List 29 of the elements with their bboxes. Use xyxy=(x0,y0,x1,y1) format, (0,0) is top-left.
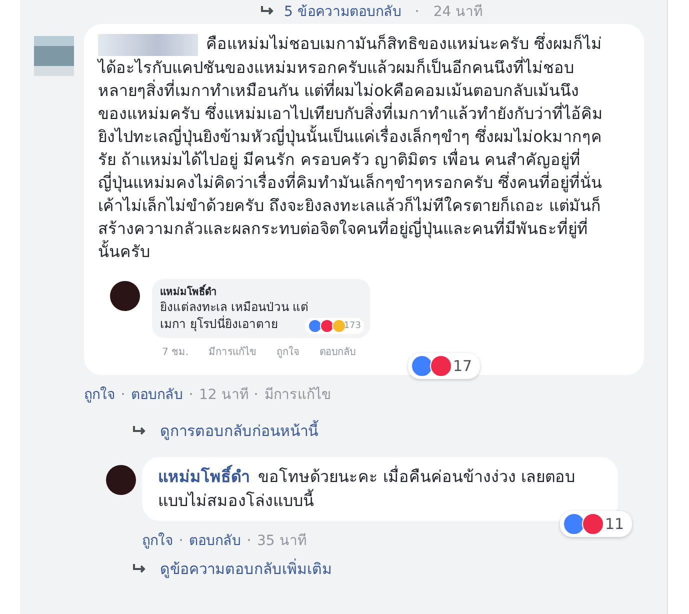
action-link[interactable]: ตอบกลับ xyxy=(189,528,241,551)
avatar xyxy=(106,464,136,495)
reply-arrow-icon xyxy=(260,5,276,17)
comment-text: ยิงแต่ลงทะเล เหมือนป่วน แต่เมกา ยุโรปนี่ยิงเอาตาย xyxy=(160,298,310,333)
avatar xyxy=(110,280,140,311)
timestamp-text: 35 นาที xyxy=(257,532,306,551)
timestamp-text: 12 นาที xyxy=(199,386,248,405)
timestamp-text: มีการแก้ไข xyxy=(264,386,332,405)
reply-text: แหม่มโพธิ์ดำ ขอโทษด้วยนะคะ เมื่อคืนค่อนข้างง่วง เลยตอบแบบไม่สมองโล่งแบบนี้ xyxy=(158,464,576,512)
comment-text: คือแหม่มไม่ชอบเมกามันก็สิทธิของแหม่นะครับ ซึ่งผมก็ไม่ได้อะไรกับแคปชันของแหม่มหรอกครับแล้วผมก็เป็นอีกคนนึงที่ไม่ชอบหลายๆสิ่งที่เมกาทำเหมือนกัน แต่ที่ผมไม่okคือคอมเม้นตอบกลับเม้นนึงของแหม่มครับ ซึ่งแหม่มเอาไปเทียบกับสิ่งที่เมกาทำแล้วทำยังกับว่าที่ไอ้คิมยิงไปทะเลญี่ปุ่นยิงข้ามหัวญี่ปุ่นนั้นเป็นแค่เรื่องเล็กๆขำๆ ซึ่งผมไม่okมากๆครัย ถ้าแหม่มได้ไปอยู่ มีคนรัก ครอบครัว ญาติมิตร เพื่อน คนสำคัญอยู่ที่ญี่ปุ่นแหม่มคงไม่คิดว่าเรื่องที่คิมทำมันเล็กๆขำๆหรอกครับ ซึ่งคนที่อยู่ที่นั่นเค้าไม่เล็กไม่ขำด้วยครับ ถึงจะยิงลงทะเลแล้วก็ไม่ทีใครตายก็เถอะ แต่มันก็สร้างความกลัวและผลกระทบต่อจิตใจคนที่อยู่ญี่ปุ่นและคนที่มีพันธะที่ยู่ที่นั้นครับ xyxy=(98,32,604,263)
reaction-count: 173 xyxy=(344,320,361,331)
more-replies-link[interactable]: ดูข้อความตอบกลับเพิ่มเติม xyxy=(160,556,332,581)
reply-arrow-icon xyxy=(132,562,148,575)
action-link[interactable]: ถูกใจ xyxy=(84,382,115,405)
action-text: มีการแก้ไข xyxy=(208,345,257,359)
action-text: ตอบกลับ xyxy=(320,346,356,359)
author-name: แหม่มโพธิ์ดำ xyxy=(160,284,310,299)
action-link[interactable]: ถูกใจ xyxy=(142,528,173,551)
action-link[interactable]: ตอบกลับ xyxy=(131,382,183,405)
replies-link[interactable]: 5 ข้อความตอบกลับ xyxy=(284,0,402,22)
reaction-count: 17 xyxy=(453,356,472,375)
reply-arrow-icon xyxy=(132,424,148,437)
timestamp-text: 24 นาที xyxy=(433,3,483,22)
action-text: 7 ชม. xyxy=(162,346,189,359)
action-text: ถูกใจ xyxy=(276,345,300,359)
previous-replies-link[interactable]: ดูการตอบกลับก่อนหน้านี้ xyxy=(160,418,318,443)
reaction-count: 11 xyxy=(605,514,624,533)
blurred-avatar xyxy=(34,36,74,76)
author-name-link[interactable]: แหม่มโพธิ์ดำ xyxy=(158,466,250,486)
